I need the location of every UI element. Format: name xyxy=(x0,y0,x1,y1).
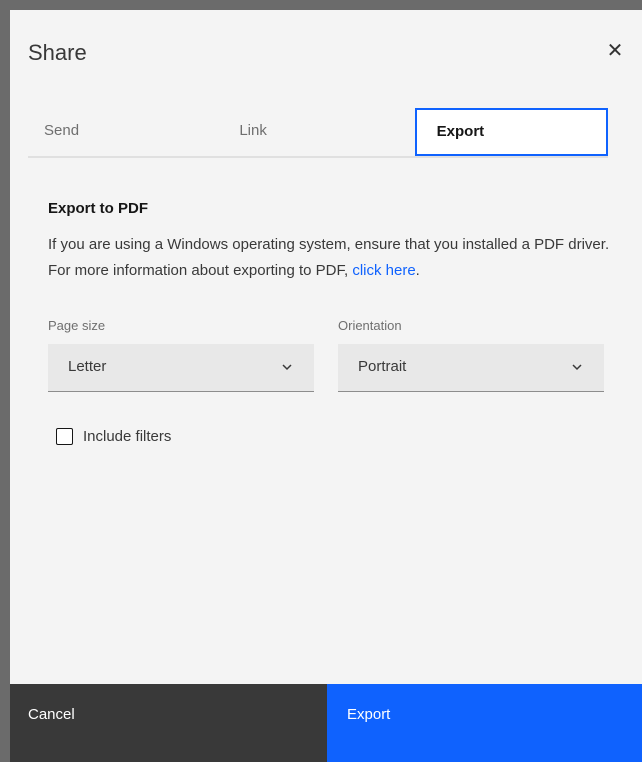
export-pdf-description: If you are using a Windows operating sys… xyxy=(48,232,618,284)
tab-export[interactable]: Export xyxy=(414,108,608,156)
include-filters-label: Include filters xyxy=(83,428,172,445)
click-here-link[interactable]: click here xyxy=(352,262,415,279)
orientation-label: Orientation xyxy=(338,318,402,333)
page-size-label: Page size xyxy=(48,318,106,333)
tab-link[interactable]: Link xyxy=(221,108,414,156)
close-icon[interactable]: ✕ xyxy=(604,40,626,62)
chevron-down-icon xyxy=(282,364,292,371)
export-button[interactable]: Export xyxy=(327,684,642,762)
checkbox-unchecked-icon[interactable] xyxy=(56,428,73,445)
chevron-down-icon xyxy=(572,364,582,371)
tab-send[interactable]: Send xyxy=(28,108,221,156)
orientation-value: Portrait xyxy=(358,358,407,375)
page-size-value: Letter xyxy=(68,358,107,375)
cancel-button[interactable]: Cancel xyxy=(10,684,327,762)
page-size-select[interactable]: Letter xyxy=(48,344,314,392)
description-text: If you are using a Windows operating sys… xyxy=(48,236,610,279)
share-dialog: Share ✕ Send Link Export Export to PDF I… xyxy=(10,10,642,762)
include-filters-option[interactable]: Include filters xyxy=(56,428,171,445)
description-period: . xyxy=(415,262,420,279)
dialog-title: Share xyxy=(28,40,87,65)
share-tabs: Send Link Export xyxy=(28,108,608,158)
export-pdf-heading: Export to PDF xyxy=(48,200,148,217)
orientation-select[interactable]: Portrait xyxy=(338,344,604,392)
